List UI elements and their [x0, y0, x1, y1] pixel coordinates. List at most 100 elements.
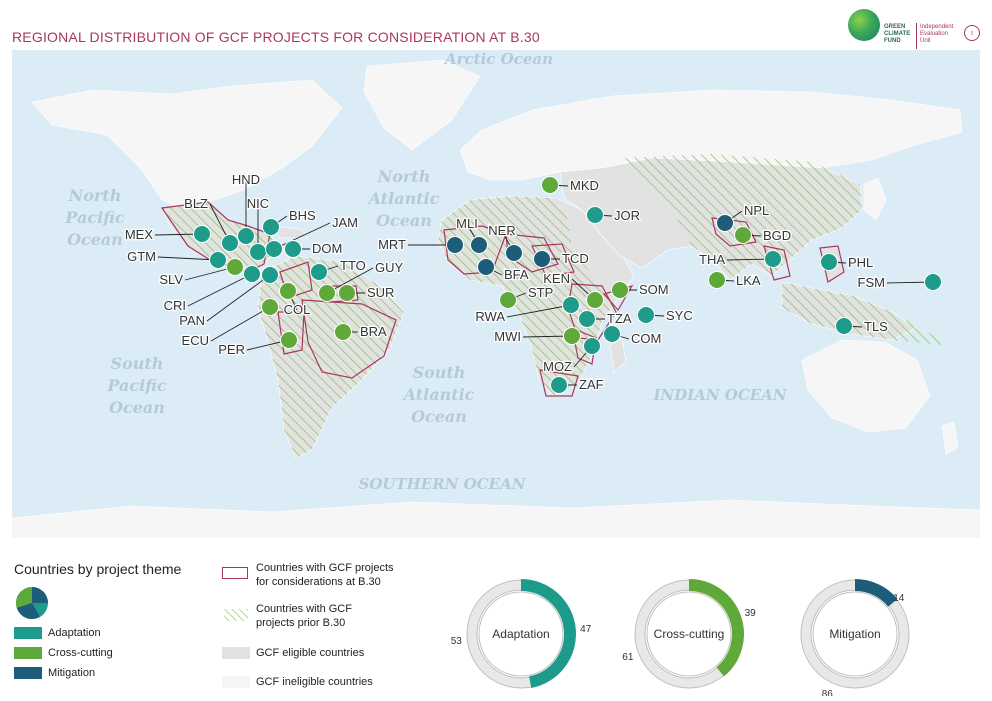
- legend-swatch-eligible: [222, 647, 250, 659]
- donut-value: 14: [893, 593, 905, 604]
- country-code-label: PHL: [848, 255, 873, 270]
- marker-dot[interactable]: [637, 306, 655, 324]
- country-code-label: SYC: [666, 308, 693, 323]
- marker-dot[interactable]: [265, 240, 283, 258]
- marker-dot[interactable]: [237, 227, 255, 245]
- marker-dot[interactable]: [209, 251, 227, 269]
- legend-theme-icon: [16, 587, 48, 620]
- ocean-label: Pacific: [106, 376, 166, 395]
- marker-dot[interactable]: [924, 273, 942, 291]
- marker-dot[interactable]: [583, 337, 601, 355]
- marker-dot[interactable]: [563, 327, 581, 345]
- marker-dot[interactable]: [764, 250, 782, 268]
- marker-dot[interactable]: [310, 263, 328, 281]
- legend-label-ineligible: GCF ineligible countries: [256, 676, 373, 688]
- ocean-label: INDIAN OCEAN: [652, 386, 787, 404]
- country-code-label: CRI: [164, 298, 186, 313]
- marker-dot[interactable]: [603, 325, 621, 343]
- legend-label-cross-cutting: Cross-cutting: [48, 647, 113, 659]
- country-marker-sur[interactable]: SUR: [338, 284, 396, 302]
- country-marker-jor[interactable]: JOR: [586, 206, 641, 224]
- legend-swatch-b30: [222, 567, 248, 579]
- country-marker-som[interactable]: SOM: [611, 281, 670, 299]
- country-marker-tcd[interactable]: TCD: [533, 250, 590, 268]
- marker-dot[interactable]: [262, 218, 280, 236]
- country-code-label: MRT: [378, 237, 406, 252]
- marker-dot[interactable]: [284, 240, 302, 258]
- country-code-label: JAM: [332, 215, 358, 230]
- marker-dot[interactable]: [226, 258, 244, 276]
- country-code-label: ZAF: [579, 377, 604, 392]
- donut-adaptation: Adaptation 47 53: [451, 579, 592, 689]
- marker-dot[interactable]: [279, 282, 297, 300]
- marker-dot[interactable]: [578, 310, 596, 328]
- marker-dot[interactable]: [505, 244, 523, 262]
- country-code-label: HND: [232, 172, 260, 187]
- country-code-label: MOZ: [543, 359, 572, 374]
- gcf-line-2: CLIMATE: [884, 31, 911, 37]
- marker-dot[interactable]: [318, 284, 336, 302]
- country-marker-bgd[interactable]: BGD: [734, 226, 792, 244]
- marker-dot[interactable]: [338, 284, 356, 302]
- marker-dot[interactable]: [470, 236, 488, 254]
- marker-dot[interactable]: [243, 265, 261, 283]
- marker-dot[interactable]: [541, 176, 559, 194]
- ieu-line-2: Evaluation: [920, 31, 949, 37]
- marker-dot[interactable]: [499, 291, 517, 309]
- marker-dot[interactable]: [193, 225, 211, 243]
- donut-rest-value: 53: [451, 636, 463, 647]
- marker-dot[interactable]: [249, 243, 267, 261]
- country-code-label: PAN: [179, 313, 205, 328]
- marker-dot[interactable]: [562, 296, 580, 314]
- country-marker-syc[interactable]: SYC: [637, 306, 694, 324]
- country-marker-dom[interactable]: DOM: [284, 240, 344, 258]
- marker-dot[interactable]: [446, 236, 464, 254]
- country-code-label: BLZ: [184, 196, 208, 211]
- donut-cross-cutting: Cross-cutting 39 61: [622, 579, 756, 689]
- marker-dot[interactable]: [820, 253, 838, 271]
- marker-dot[interactable]: [533, 250, 551, 268]
- country-code-label: TLS: [864, 319, 888, 334]
- marker-dot[interactable]: [835, 317, 853, 335]
- donut-rest-value: 61: [622, 652, 634, 663]
- marker-dot[interactable]: [611, 281, 629, 299]
- ocean-label: Atlantic: [367, 189, 440, 208]
- gcf-line-1: GREEN: [884, 24, 906, 30]
- marker-dot[interactable]: [716, 214, 734, 232]
- country-marker-mkd[interactable]: MKD: [541, 176, 600, 194]
- marker-dot[interactable]: [586, 291, 604, 309]
- marker-dot[interactable]: [221, 234, 239, 252]
- country-code-label: KEN: [543, 271, 570, 286]
- country-code-label: GUY: [375, 260, 404, 275]
- donut-rest-value: 86: [822, 689, 834, 696]
- country-code-label: FSM: [858, 275, 885, 290]
- legend-label-prior: Countries with GCF projects prior B.30: [256, 602, 352, 630]
- country-code-label: NPL: [744, 203, 769, 218]
- gcf-wordmark: GREEN CLIMATE FUND: [884, 24, 910, 45]
- ocean-label: Ocean: [67, 230, 123, 249]
- country-code-label: PER: [218, 342, 245, 357]
- donut-label: Adaptation: [492, 627, 549, 641]
- country-code-label: BGD: [763, 228, 791, 243]
- country-marker-bra[interactable]: BRA: [334, 323, 388, 341]
- ocean-label: South: [111, 354, 164, 373]
- ieu-seal-icon: ♁: [964, 25, 980, 41]
- marker-dot[interactable]: [334, 323, 352, 341]
- marker-dot[interactable]: [261, 298, 279, 316]
- legend-swatch-adaptation: [14, 627, 42, 639]
- marker-dot[interactable]: [708, 271, 726, 289]
- country-code-label: TCD: [562, 251, 589, 266]
- marker-dot[interactable]: [261, 266, 279, 284]
- ocean-label: Arctic Ocean: [443, 50, 553, 68]
- marker-dot[interactable]: [280, 331, 298, 349]
- country-code-label: SOM: [639, 282, 669, 297]
- marker-dot[interactable]: [477, 258, 495, 276]
- marker-dot[interactable]: [550, 376, 568, 394]
- ieu-wordmark: Independent Evaluation Unit: [920, 24, 953, 45]
- gcf-globe-icon: [848, 9, 880, 41]
- country-code-label: SUR: [367, 285, 394, 300]
- ocean-label: Ocean: [411, 407, 467, 426]
- marker-dot[interactable]: [734, 226, 752, 244]
- marker-dot[interactable]: [586, 206, 604, 224]
- gcf-ieu-logo: GREEN CLIMATE FUND Independent Evaluatio…: [848, 9, 984, 49]
